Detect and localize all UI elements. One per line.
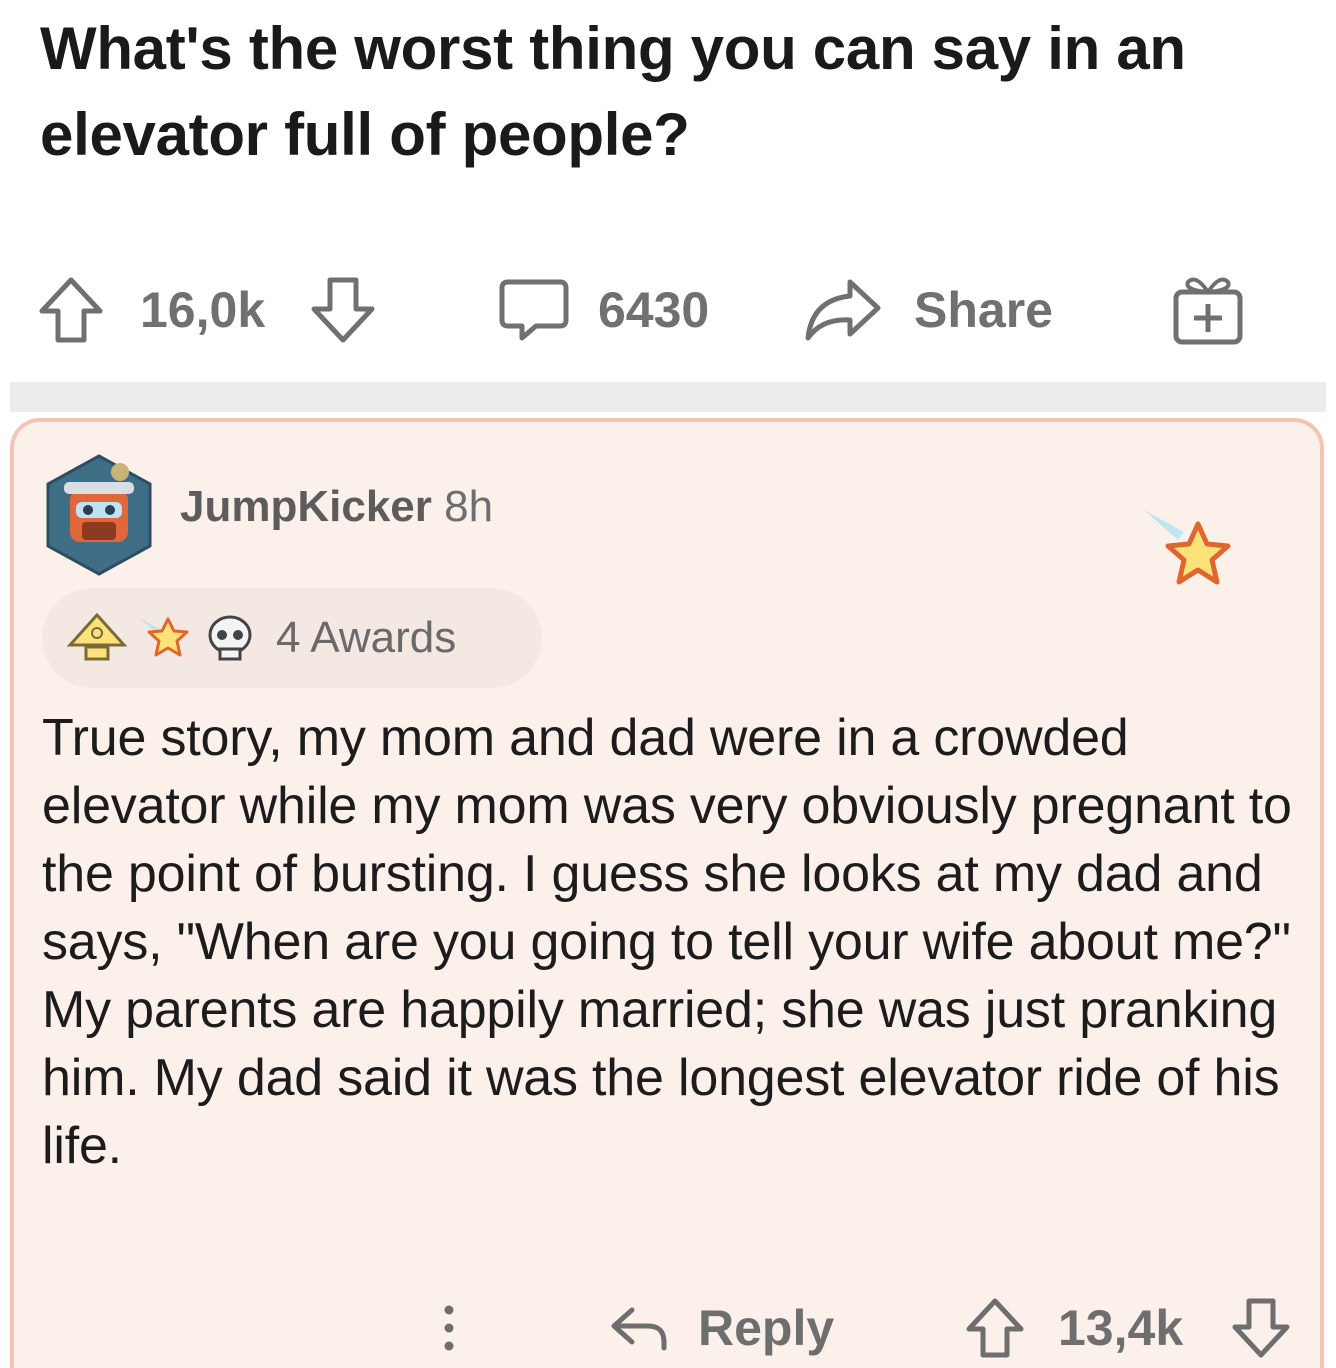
awards-count: 4 Awards (276, 613, 457, 662)
post-vote-count-text: 16,0k (140, 282, 266, 338)
arrow-down-icon (1232, 1298, 1290, 1358)
share-arrow-icon (805, 279, 881, 341)
post-card: What's the worst thing you can say in an… (0, 0, 1336, 385)
share-label: Share (914, 282, 1053, 338)
comments-button[interactable]: 6430 (496, 270, 709, 350)
user-avatar[interactable] (42, 452, 156, 578)
comment-card: JumpKicker 8h 4 Awards True story, my mo… (10, 418, 1324, 1368)
section-divider (10, 382, 1326, 412)
comment-action-bar: Reply 13,4k (14, 1288, 1320, 1368)
comment-author[interactable]: JumpKicker 8h (180, 482, 493, 532)
awards-summary[interactable]: 4 Awards (42, 588, 542, 688)
arrow-up-icon (966, 1298, 1024, 1358)
vertical-dots-icon (444, 1305, 454, 1351)
upvote-button[interactable] (36, 270, 106, 350)
comment-downvote-button[interactable] (1230, 1288, 1292, 1368)
star-award-icon (1144, 510, 1231, 585)
downvote-button[interactable] (308, 270, 378, 350)
post-action-bar: 16,0k 6430 Share (36, 270, 1296, 350)
arrow-up-icon (39, 277, 103, 343)
reply-label: Reply (698, 1300, 835, 1356)
reply-arrow-icon (611, 1307, 667, 1351)
award-button[interactable] (1168, 270, 1248, 350)
gift-icon (1173, 277, 1243, 345)
comment-age: 8h (444, 482, 494, 531)
skull-award-icon (208, 615, 252, 661)
comment-count-text: 6430 (598, 282, 710, 338)
more-options-button[interactable] (434, 1288, 464, 1368)
comment-vote-count-text: 13,4k (1058, 1300, 1184, 1356)
comment-upvote-button[interactable] (964, 1288, 1026, 1368)
speech-bubble-icon (499, 279, 569, 341)
comment-text: True story, my mom and dad were in a cro… (42, 709, 1292, 1175)
comment-vote-count: 13,4k (1058, 1288, 1183, 1368)
share-button[interactable]: Share (800, 270, 1053, 350)
star-award-icon (138, 617, 189, 657)
comment-username[interactable]: JumpKicker (180, 482, 432, 531)
post-title: What's the worst thing you can say in an… (40, 15, 1186, 168)
post-vote-count: 16,0k (140, 270, 265, 350)
pyramid-award-icon (66, 612, 128, 661)
reply-button[interactable]: Reply (608, 1288, 834, 1368)
arrow-down-icon (311, 277, 375, 343)
